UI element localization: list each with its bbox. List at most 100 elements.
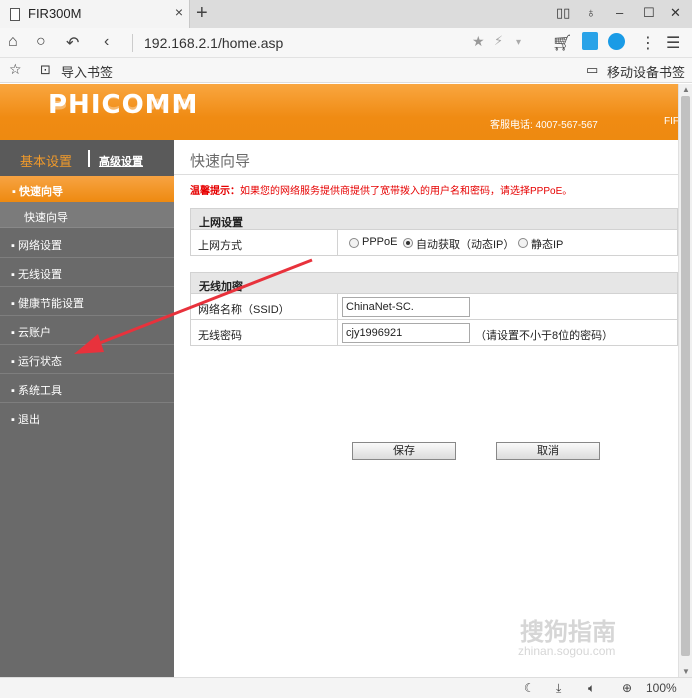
bookmark-star-icon[interactable]: ☆ [9, 61, 22, 78]
tab-advanced-settings[interactable]: 高级设置 [99, 153, 143, 169]
sidebar-item-label: ▪ 健康节能设置 [11, 298, 84, 310]
mobile-icon[interactable]: ▭ [586, 62, 598, 78]
night-mode-icon[interactable]: ☾ [524, 681, 535, 695]
back-icon[interactable]: ‹ [104, 33, 109, 51]
account-icon[interactable] [608, 33, 625, 50]
ssid-row: 网络名称（SSID） [190, 294, 678, 320]
hotline-text: 客服电话: 4007-567-567 [490, 120, 598, 131]
password-label: 无线密码 [198, 330, 242, 342]
section-title: 上网设置 [199, 217, 243, 229]
reader-mode-icon[interactable]: ▯▯ [556, 5, 570, 21]
password-row: 无线密码 （请设置不小于8位的密码） [190, 320, 678, 346]
radio-static-ip[interactable] [518, 238, 528, 248]
ssid-input[interactable] [342, 297, 470, 317]
tab-title: FIR300M [28, 6, 82, 21]
sidebar-item-label: ▪ 系统工具 [11, 385, 62, 397]
tip-body: 如果您的网络服务提供商提供了宽带拨入的用户名和密码，请选择PPPoE。 [240, 186, 573, 197]
section-wireless-encryption: 无线加密 [190, 272, 678, 294]
sidebar: 基本设置 高级设置 ▪ 快速向导 快速向导 ▪ 网络设置 ▪ 无线设置 ▪ 健康… [0, 140, 174, 677]
download-icon[interactable]: ⤓ [556, 681, 561, 696]
scroll-down-icon[interactable]: ▼ [682, 667, 690, 676]
lightning-icon[interactable]: ⚡ [494, 33, 503, 49]
logo-reflection: PHICOMM [48, 91, 199, 112]
main-content: 快速向导 温馨提示：如果您的网络服务提供商提供了宽带拨入的用户名和密码，请选择P… [174, 140, 678, 677]
save-button[interactable]: 保存 [352, 442, 456, 460]
browser-tab[interactable]: FIR300M × [0, 0, 190, 28]
cart-icon[interactable]: 🛒︎ [552, 33, 572, 53]
radio-pppoe[interactable] [349, 238, 359, 248]
password-input[interactable] [342, 323, 470, 343]
scrollbar-thumb[interactable] [681, 96, 690, 656]
password-hint: （请设置不小于8位的密码） [475, 330, 614, 342]
tab-separator [88, 150, 90, 167]
sidebar-item-logout[interactable]: ▪ 退出 [0, 403, 174, 432]
menu-icon[interactable]: ☰ [666, 33, 680, 53]
sidebar-item-label: ▪ 云账户 [11, 327, 51, 339]
sidebar-item-label: ▪ 网络设置 [11, 240, 62, 252]
title-divider [174, 174, 678, 175]
zoom-icon[interactable]: ⊕ [622, 681, 632, 695]
scroll-up-icon[interactable]: ▲ [682, 85, 690, 94]
sidebar-item-cloud-account[interactable]: ▪ 云账户 [0, 316, 174, 345]
tip-label: 温馨提示： [190, 186, 240, 197]
sidebar-tabs: 基本设置 高级设置 [0, 140, 174, 176]
browser-tab-bar: FIR300M × + ▯▯ ♁ – ☐ ✕ [0, 0, 692, 28]
internet-mode-row: 上网方式 PPPoE 自动获取（动态IP） 静态IP [190, 230, 678, 256]
mobile-bookmarks-link[interactable]: 移动设备书签 [607, 62, 685, 81]
more-vertical-icon[interactable]: ⋮ [640, 33, 656, 53]
sidebar-item-run-status[interactable]: ▪ 运行状态 [0, 345, 174, 374]
clipboard-icon[interactable] [582, 32, 598, 50]
watermark-text: 搜狗指南 [520, 619, 616, 646]
sidebar-subitem-quick-wizard[interactable]: 快速向导 [0, 202, 174, 228]
column-divider [337, 230, 338, 255]
sidebar-item-label: ▪ 无线设置 [11, 269, 62, 281]
sidebar-subitem-label: 快速向导 [24, 212, 68, 224]
column-divider [337, 320, 338, 345]
tab-basic-settings[interactable]: 基本设置 [20, 151, 72, 170]
star-icon[interactable]: ★ [472, 33, 485, 50]
sidebar-item-system-tools[interactable]: ▪ 系统工具 [0, 374, 174, 403]
home-icon[interactable]: ⌂ [8, 33, 18, 51]
url-field[interactable]: 192.168.2.1/home.asp [144, 35, 283, 51]
undo-icon[interactable]: ↶ [66, 33, 79, 53]
sidebar-item-label: ▪ 快速向导 [12, 186, 63, 198]
sidebar-item-power-saving[interactable]: ▪ 健康节能设置 [0, 287, 174, 316]
close-window-button[interactable]: ✕ [670, 5, 681, 21]
zoom-level[interactable]: 100% [646, 681, 677, 695]
sidebar-item-network[interactable]: ▪ 网络设置 [0, 229, 174, 258]
sidebar-item-quick-wizard[interactable]: ▪ 快速向导 [0, 176, 174, 202]
address-bar: ⌂ ○ ↶ ‹ 192.168.2.1/home.asp ★ ⚡ ▾ 🛒︎ ⋮ … [0, 28, 692, 58]
sidebar-item-wireless[interactable]: ▪ 无线设置 [0, 258, 174, 287]
bookmark-bar: ☆ ⊡ 导入书签 ▭ 移动设备书签 [0, 58, 692, 83]
maximize-button[interactable]: ☐ [643, 5, 655, 21]
router-page: PHICOMM PHICOMM 客服电话: 4007-567-567 FIF 基… [0, 84, 678, 677]
vertical-scrollbar[interactable]: ▲ ▼ [678, 84, 692, 677]
header-banner: PHICOMM PHICOMM 客服电话: 4007-567-567 FIF [0, 84, 678, 140]
model-label: FIF [664, 116, 678, 127]
document-icon [10, 8, 20, 21]
cancel-button[interactable]: 取消 [496, 442, 600, 460]
radio-dhcp[interactable] [403, 238, 413, 248]
import-bookmark-icon[interactable]: ⊡ [40, 62, 51, 78]
new-tab-button[interactable]: + [196, 2, 208, 24]
shirt-skin-icon[interactable]: ♁ [586, 5, 596, 20]
chevron-down-icon[interactable]: ▾ [516, 37, 521, 48]
radio-dhcp-label: 自动获取（动态IP） [416, 239, 515, 251]
refresh-icon[interactable]: ○ [36, 33, 46, 51]
column-divider [337, 294, 338, 319]
tab-close-button[interactable]: × [175, 4, 183, 20]
sidebar-item-label: ▪ 退出 [11, 414, 40, 426]
address-separator [132, 34, 133, 52]
import-bookmarks-link[interactable]: 导入书签 [61, 62, 113, 81]
minimize-button[interactable]: – [616, 5, 623, 20]
internet-mode-label: 上网方式 [198, 240, 242, 252]
sidebar-item-label: ▪ 运行状态 [11, 356, 62, 368]
radio-pppoe-label: PPPoE [362, 236, 398, 248]
radio-static-ip-label: 静态IP [531, 239, 564, 251]
status-bar: ☾ ⤓ 🔈︎ ⊕ 100% [0, 677, 692, 698]
page-title: 快速向导 [190, 153, 251, 170]
volume-icon[interactable]: 🔈︎ [588, 681, 595, 696]
watermark-url: zhinan.sogou.com [518, 644, 616, 658]
ssid-label: 网络名称（SSID） [198, 304, 290, 316]
section-title: 无线加密 [199, 281, 243, 293]
